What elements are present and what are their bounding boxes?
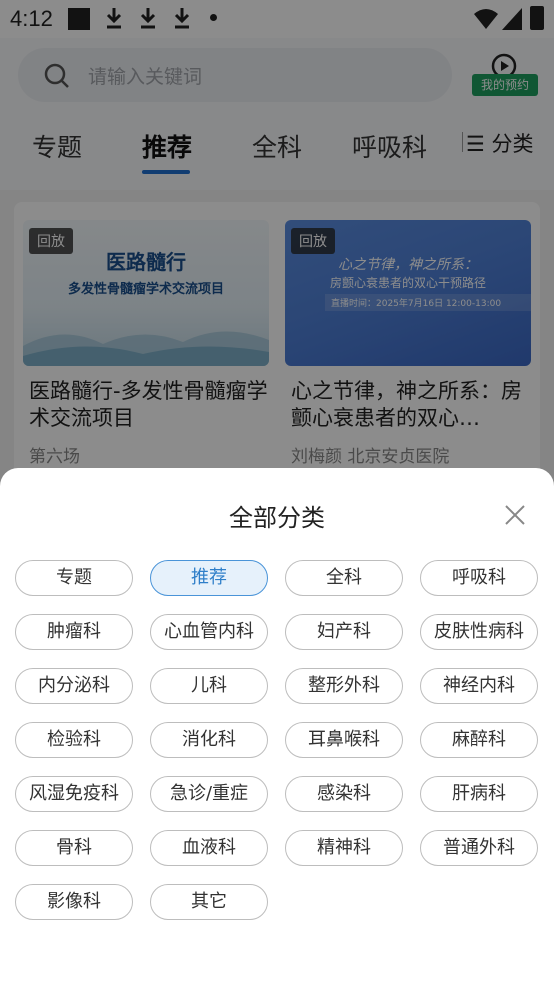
category-chip[interactable]: 风湿免疫科: [15, 776, 133, 812]
category-sheet: 全部分类 专题 推荐 全科 呼吸科肿瘤科 心血管内科 妇产科 皮肤性病科内分泌科 儿科 整形外科…: [0, 468, 554, 984]
category-chip[interactable]: 检验科: [15, 722, 133, 758]
category-chip[interactable]: 急诊/重症: [150, 776, 268, 812]
category-chip[interactable]: 推荐: [150, 560, 268, 596]
category-chip[interactable]: 其它: [150, 884, 268, 920]
category-chip[interactable]: 肿瘤科: [15, 614, 133, 650]
close-icon[interactable]: [502, 502, 528, 528]
category-chip[interactable]: 神经内科: [420, 668, 538, 704]
category-chip[interactable]: 内分泌科: [15, 668, 133, 704]
category-chip[interactable]: 血液科: [150, 830, 268, 866]
category-chip[interactable]: 整形外科: [285, 668, 403, 704]
category-chip[interactable]: 心血管内科: [150, 614, 268, 650]
category-chip[interactable]: 妇产科: [285, 614, 403, 650]
category-chip[interactable]: 全科: [285, 560, 403, 596]
category-chip[interactable]: 麻醉科: [420, 722, 538, 758]
category-chip[interactable]: 消化科: [150, 722, 268, 758]
category-chip[interactable]: 感染科: [285, 776, 403, 812]
category-chip[interactable]: 耳鼻喉科: [285, 722, 403, 758]
category-chip[interactable]: 精神科: [285, 830, 403, 866]
category-chip[interactable]: 儿科: [150, 668, 268, 704]
category-chip[interactable]: 专题: [15, 560, 133, 596]
category-chip[interactable]: 影像科: [15, 884, 133, 920]
category-chip[interactable]: 皮肤性病科: [420, 614, 538, 650]
category-chip[interactable]: 肝病科: [420, 776, 538, 812]
sheet-title: 全部分类: [229, 504, 325, 532]
category-chip[interactable]: 呼吸科: [420, 560, 538, 596]
category-chip[interactable]: 骨科: [15, 830, 133, 866]
category-chip[interactable]: 普通外科: [420, 830, 538, 866]
